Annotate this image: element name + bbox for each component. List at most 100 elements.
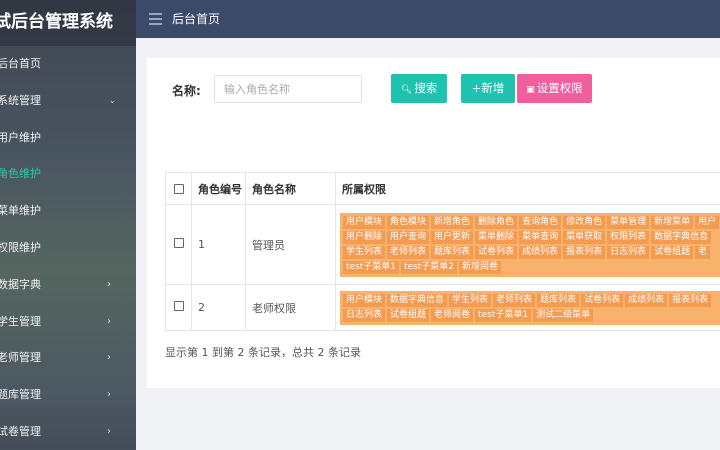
- permission-tag: 成绩列表: [625, 293, 668, 307]
- sidebar-item-label: 角色维护: [0, 167, 41, 181]
- app-title: 试后台管理系统: [0, 12, 113, 32]
- permissions-cell: 用户模块 角色模块 新增角色 删除角色 查询角色 修改角色 菜单管理 新增菜单 用户 用户删除 用户…: [335, 204, 720, 285]
- sidebar-item-label: 老师管理: [0, 351, 41, 365]
- chevron-right-icon: ›: [107, 352, 111, 364]
- select-all-checkbox[interactable]: [173, 184, 184, 194]
- row-checkbox[interactable]: [173, 301, 184, 311]
- role-name-input[interactable]: [214, 75, 362, 103]
- row-checkbox[interactable]: [173, 238, 184, 248]
- page-title[interactable]: 后台首页: [172, 0, 220, 38]
- sidebar-item-users[interactable]: 用户维护: [0, 120, 136, 157]
- role-name-cell: 老师权限: [245, 284, 336, 331]
- permission-tag: 试卷列表: [475, 245, 518, 259]
- permission-tag: 菜单删除: [475, 230, 518, 244]
- sidebar-item-label: 后台首页: [0, 57, 41, 70]
- sidebar-menu: 后台首页 系统管理 ⌄ 用户维护 角色维护 菜单维护 权限维护 数据字典 › 学…: [0, 46, 136, 450]
- pagination-info: 显示第 1 到第 2 条记录，总共 2 条记录: [165, 346, 361, 359]
- permission-tag: 数据字典信息: [387, 293, 448, 307]
- permissions-cell: 用户模块 数据字典信息 学生列表 老师列表 题库列表 试卷列表 成绩列表 报表列表 日志列表 试卷…: [335, 284, 720, 331]
- row-checkbox-cell: [165, 284, 192, 331]
- permission-tag: 老师列表: [493, 293, 536, 307]
- permission-tag: 成绩列表: [519, 245, 562, 259]
- set-permission-button[interactable]: ▣ 设置权限: [517, 74, 592, 103]
- column-header-id[interactable]: 角色编号: [191, 172, 246, 205]
- add-button[interactable]: +新增: [461, 74, 515, 103]
- permission-tag: 测试二级菜单: [533, 308, 594, 322]
- permission-tag: 学生列表: [343, 245, 386, 259]
- search-icon: 🔍︎: [400, 85, 413, 95]
- permission-tag: 用户模块: [343, 215, 386, 229]
- sidebar-item-exams[interactable]: 试卷管理 ›: [0, 414, 136, 450]
- permission-tag: 日志列表: [343, 308, 386, 322]
- sidebar-item-label: 菜单维护: [0, 204, 41, 218]
- search-button[interactable]: 🔍︎ 搜索: [391, 74, 447, 103]
- permission-tag: 数据字典信息: [651, 230, 712, 244]
- permission-tag: 菜单获取: [563, 230, 606, 244]
- role-name-cell: 管理员: [245, 204, 336, 285]
- sidebar-item-label: 系统管理: [0, 93, 41, 107]
- table-row[interactable]: 1 管理员 用户模块 角色模块 新增角色 删除角色 查询角色 修改角色 菜单管理 新增菜单 用户…: [165, 204, 720, 285]
- permission-tag: test子菜单1: [475, 308, 532, 322]
- sidebar-item-label: 用户维护: [0, 130, 41, 144]
- permission-tag: 用户更新: [431, 230, 474, 244]
- role-id-cell: 1: [191, 204, 246, 285]
- name-label: 名称:: [172, 84, 201, 98]
- search-button-label: 搜索: [414, 81, 438, 95]
- permission-tag: test子菜单1: [343, 260, 400, 274]
- sidebar-item-menus[interactable]: 菜单维护: [0, 193, 136, 230]
- permission-tag: 新增角色: [431, 215, 474, 229]
- permission-tags: 用户模块 数据字典信息 学生列表 老师列表 题库列表 试卷列表 成绩列表 报表列表 日志列表 试卷…: [340, 290, 720, 325]
- sidebar-item-students[interactable]: 学生管理 ›: [0, 304, 136, 341]
- permission-tag: test子菜单2: [401, 260, 458, 274]
- sidebar-item-label: 题库管理: [0, 388, 41, 402]
- permission-tag: 报表列表: [563, 245, 606, 259]
- permission-tag: 题库列表: [431, 245, 474, 259]
- sidebar-item-system[interactable]: 系统管理 ⌄: [0, 83, 136, 120]
- select-all-checkbox-cell: [165, 172, 192, 205]
- column-header-name[interactable]: 角色名称: [245, 172, 336, 205]
- permission-tag: 试卷组题: [387, 308, 430, 322]
- sidebar-item-roles[interactable]: 角色维护: [0, 156, 136, 193]
- sidebar-item-dictionary[interactable]: 数据字典 ›: [0, 267, 136, 304]
- sidebar-item-label: 学生管理: [0, 314, 41, 328]
- permission-tag: 角色模块: [387, 215, 430, 229]
- roles-table: 角色编号 角色名称 所属权限 1 管理员 用户模块 角色模块 新增角色 删除角色 查询角…: [165, 172, 720, 331]
- permission-tag: 用户: [695, 215, 720, 229]
- main-panel: 名称: 🔍︎搜索 +新增 ▣设置权限 角色编号 角色名称 所属权限 1 管理员: [147, 58, 720, 388]
- sidebar-item-question-bank[interactable]: 题库管理 ›: [0, 377, 136, 414]
- permission-tag: 报表列表: [669, 293, 712, 307]
- hamburger-icon[interactable]: [149, 13, 162, 25]
- permission-tag: 查询角色: [519, 215, 562, 229]
- permission-tag: 学生列表: [449, 293, 492, 307]
- chevron-right-icon: ›: [107, 389, 111, 401]
- permission-tag: 新增阅卷: [459, 260, 502, 274]
- permission-tag: 日志列表: [607, 245, 650, 259]
- table-row[interactable]: 2 老师权限 用户模块 数据字典信息 学生列表 老师列表 题库列表 试卷列表 成绩列表 报表列…: [165, 284, 720, 331]
- permission-tag: 老师阅卷: [431, 308, 474, 322]
- role-id-cell: 2: [191, 284, 246, 331]
- column-header-perms[interactable]: 所属权限: [335, 172, 720, 205]
- top-bar: 后台首页: [136, 0, 720, 38]
- permission-tag: 试卷列表: [581, 293, 624, 307]
- sidebar-item-label: 权限维护: [0, 240, 41, 254]
- permission-tag: 老师列表: [387, 245, 430, 259]
- permission-tag: 题库列表: [537, 293, 580, 307]
- app-brand: 试后台管理系统: [0, 0, 136, 46]
- permission-tag: 试卷组题: [651, 245, 694, 259]
- table-header-row: 角色编号 角色名称 所属权限: [165, 172, 720, 205]
- chevron-right-icon: ›: [107, 278, 111, 290]
- sidebar-item-home[interactable]: 后台首页: [0, 46, 136, 83]
- permission-tag: 菜单查询: [519, 230, 562, 244]
- permission-tag: 用户查询: [387, 230, 430, 244]
- search-bar: 名称: 🔍︎搜索 +新增 ▣设置权限: [147, 58, 720, 118]
- chevron-right-icon: ›: [107, 425, 111, 437]
- permission-tag: 删除角色: [475, 215, 518, 229]
- permission-tag: 菜单管理: [607, 215, 650, 229]
- permission-tag: 老: [695, 245, 711, 259]
- settings-icon: ▣: [526, 85, 535, 95]
- sidebar-item-permissions[interactable]: 权限维护: [0, 230, 136, 267]
- permission-tags: 用户模块 角色模块 新增角色 删除角色 查询角色 修改角色 菜单管理 新增菜单 用户 用户删除 用户…: [340, 212, 720, 277]
- sidebar-item-teachers[interactable]: 老师管理 ›: [0, 340, 136, 377]
- chevron-right-icon: ›: [107, 315, 111, 327]
- set-permission-label: 设置权限: [536, 81, 583, 95]
